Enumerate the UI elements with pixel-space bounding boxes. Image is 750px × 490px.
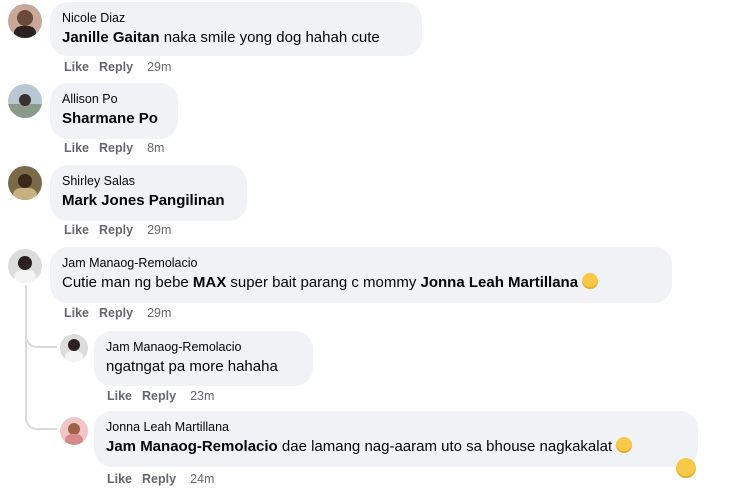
mention-link[interactable]: Janille Gaitan (62, 29, 160, 46)
comment-text: ngatngat pa more hahaha (106, 358, 278, 375)
reply-button[interactable]: Reply (99, 141, 133, 155)
comment-text: Janille Gaitan naka smile yong dog hahah… (62, 28, 410, 48)
reply-button[interactable]: Reply (99, 60, 133, 74)
comment-bubble: Jam Manaog-Remolacio Cutie man ng bebe M… (50, 247, 672, 303)
grinning-emoji-icon (582, 273, 599, 289)
timestamp[interactable]: 8m (147, 141, 164, 155)
comment-actions: Like Reply 29m (64, 60, 171, 74)
reply-button[interactable]: Reply (99, 306, 133, 320)
comment-actions: Like Reply 8m (64, 141, 164, 155)
comment-actions: Like Reply 24m (107, 472, 214, 486)
like-button[interactable]: Like (64, 60, 89, 74)
comment-body: super bait parang c mommy (226, 274, 421, 291)
comment-actions: Like Reply 29m (64, 306, 171, 320)
reply-bubble: Jam Manaog-Remolacio ngatngat pa more ha… (94, 331, 313, 386)
avatar[interactable] (60, 334, 88, 362)
thread-connector (25, 330, 57, 348)
like-button[interactable]: Like (64, 141, 89, 155)
comment-text: Cutie man ng bebe MAX super bait parang … (62, 273, 660, 293)
mention-link[interactable]: Sharmane Po (62, 110, 158, 127)
like-button[interactable]: Like (64, 223, 89, 237)
comment-author[interactable]: Shirley Salas (62, 173, 235, 189)
avatar[interactable] (8, 84, 42, 118)
laughing-emoji-icon (676, 458, 696, 478)
reply-button[interactable]: Reply (142, 472, 176, 486)
comment-body: Cutie man ng bebe (62, 274, 193, 291)
like-button[interactable]: Like (64, 306, 89, 320)
mention-link[interactable]: Mark Jones Pangilinan (62, 192, 225, 209)
comment-actions: Like Reply 29m (64, 223, 171, 237)
reply-button[interactable]: Reply (99, 223, 133, 237)
comment-text: Sharmane Po (62, 109, 166, 129)
timestamp[interactable]: 23m (190, 389, 214, 403)
avatar[interactable] (8, 4, 42, 38)
reply-button[interactable]: Reply (142, 389, 176, 403)
timestamp[interactable]: 29m (147, 60, 171, 74)
avatar[interactable] (8, 249, 42, 283)
laughing-emoji-icon (616, 437, 633, 453)
comment-bubble: Nicole Diaz Janille Gaitan naka smile yo… (50, 2, 422, 56)
comment-bubble: Shirley Salas Mark Jones Pangilinan (50, 165, 247, 221)
thread-connector (25, 412, 57, 430)
reply-bubble: Jonna Leah Martillana Jam Manaog-Remolac… (94, 411, 698, 467)
highlight-text: MAX (192, 274, 227, 291)
like-button[interactable]: Like (107, 389, 132, 403)
mention-link[interactable]: Jam Manaog-Remolacio (106, 438, 278, 455)
timestamp[interactable]: 29m (147, 223, 171, 237)
comment-author[interactable]: Jam Manaog-Remolacio (106, 339, 301, 355)
mention-link[interactable]: Jonna Leah Martillana (421, 274, 579, 291)
comment-author[interactable]: Jonna Leah Martillana (106, 419, 686, 435)
avatar[interactable] (8, 166, 42, 200)
comment-text: Mark Jones Pangilinan (62, 191, 235, 211)
comment-author[interactable]: Allison Po (62, 91, 166, 107)
timestamp[interactable]: 29m (147, 306, 171, 320)
comment-bubble: Allison Po Sharmane Po (50, 83, 178, 139)
comment-author[interactable]: Jam Manaog-Remolacio (62, 255, 660, 271)
timestamp[interactable]: 24m (190, 472, 214, 486)
comment-body: dae lamang nag-aaram uto sa bhouse nagka… (277, 438, 613, 455)
thread-line (25, 345, 27, 415)
avatar[interactable] (60, 417, 88, 445)
comment-text: Jam Manaog-Remolacio dae lamang nag-aara… (106, 437, 686, 457)
comment-author[interactable]: Nicole Diaz (62, 10, 410, 26)
like-button[interactable]: Like (107, 472, 132, 486)
comment-body: naka smile yong dog hahah cute (159, 29, 380, 46)
comment-actions: Like Reply 23m (107, 389, 214, 403)
